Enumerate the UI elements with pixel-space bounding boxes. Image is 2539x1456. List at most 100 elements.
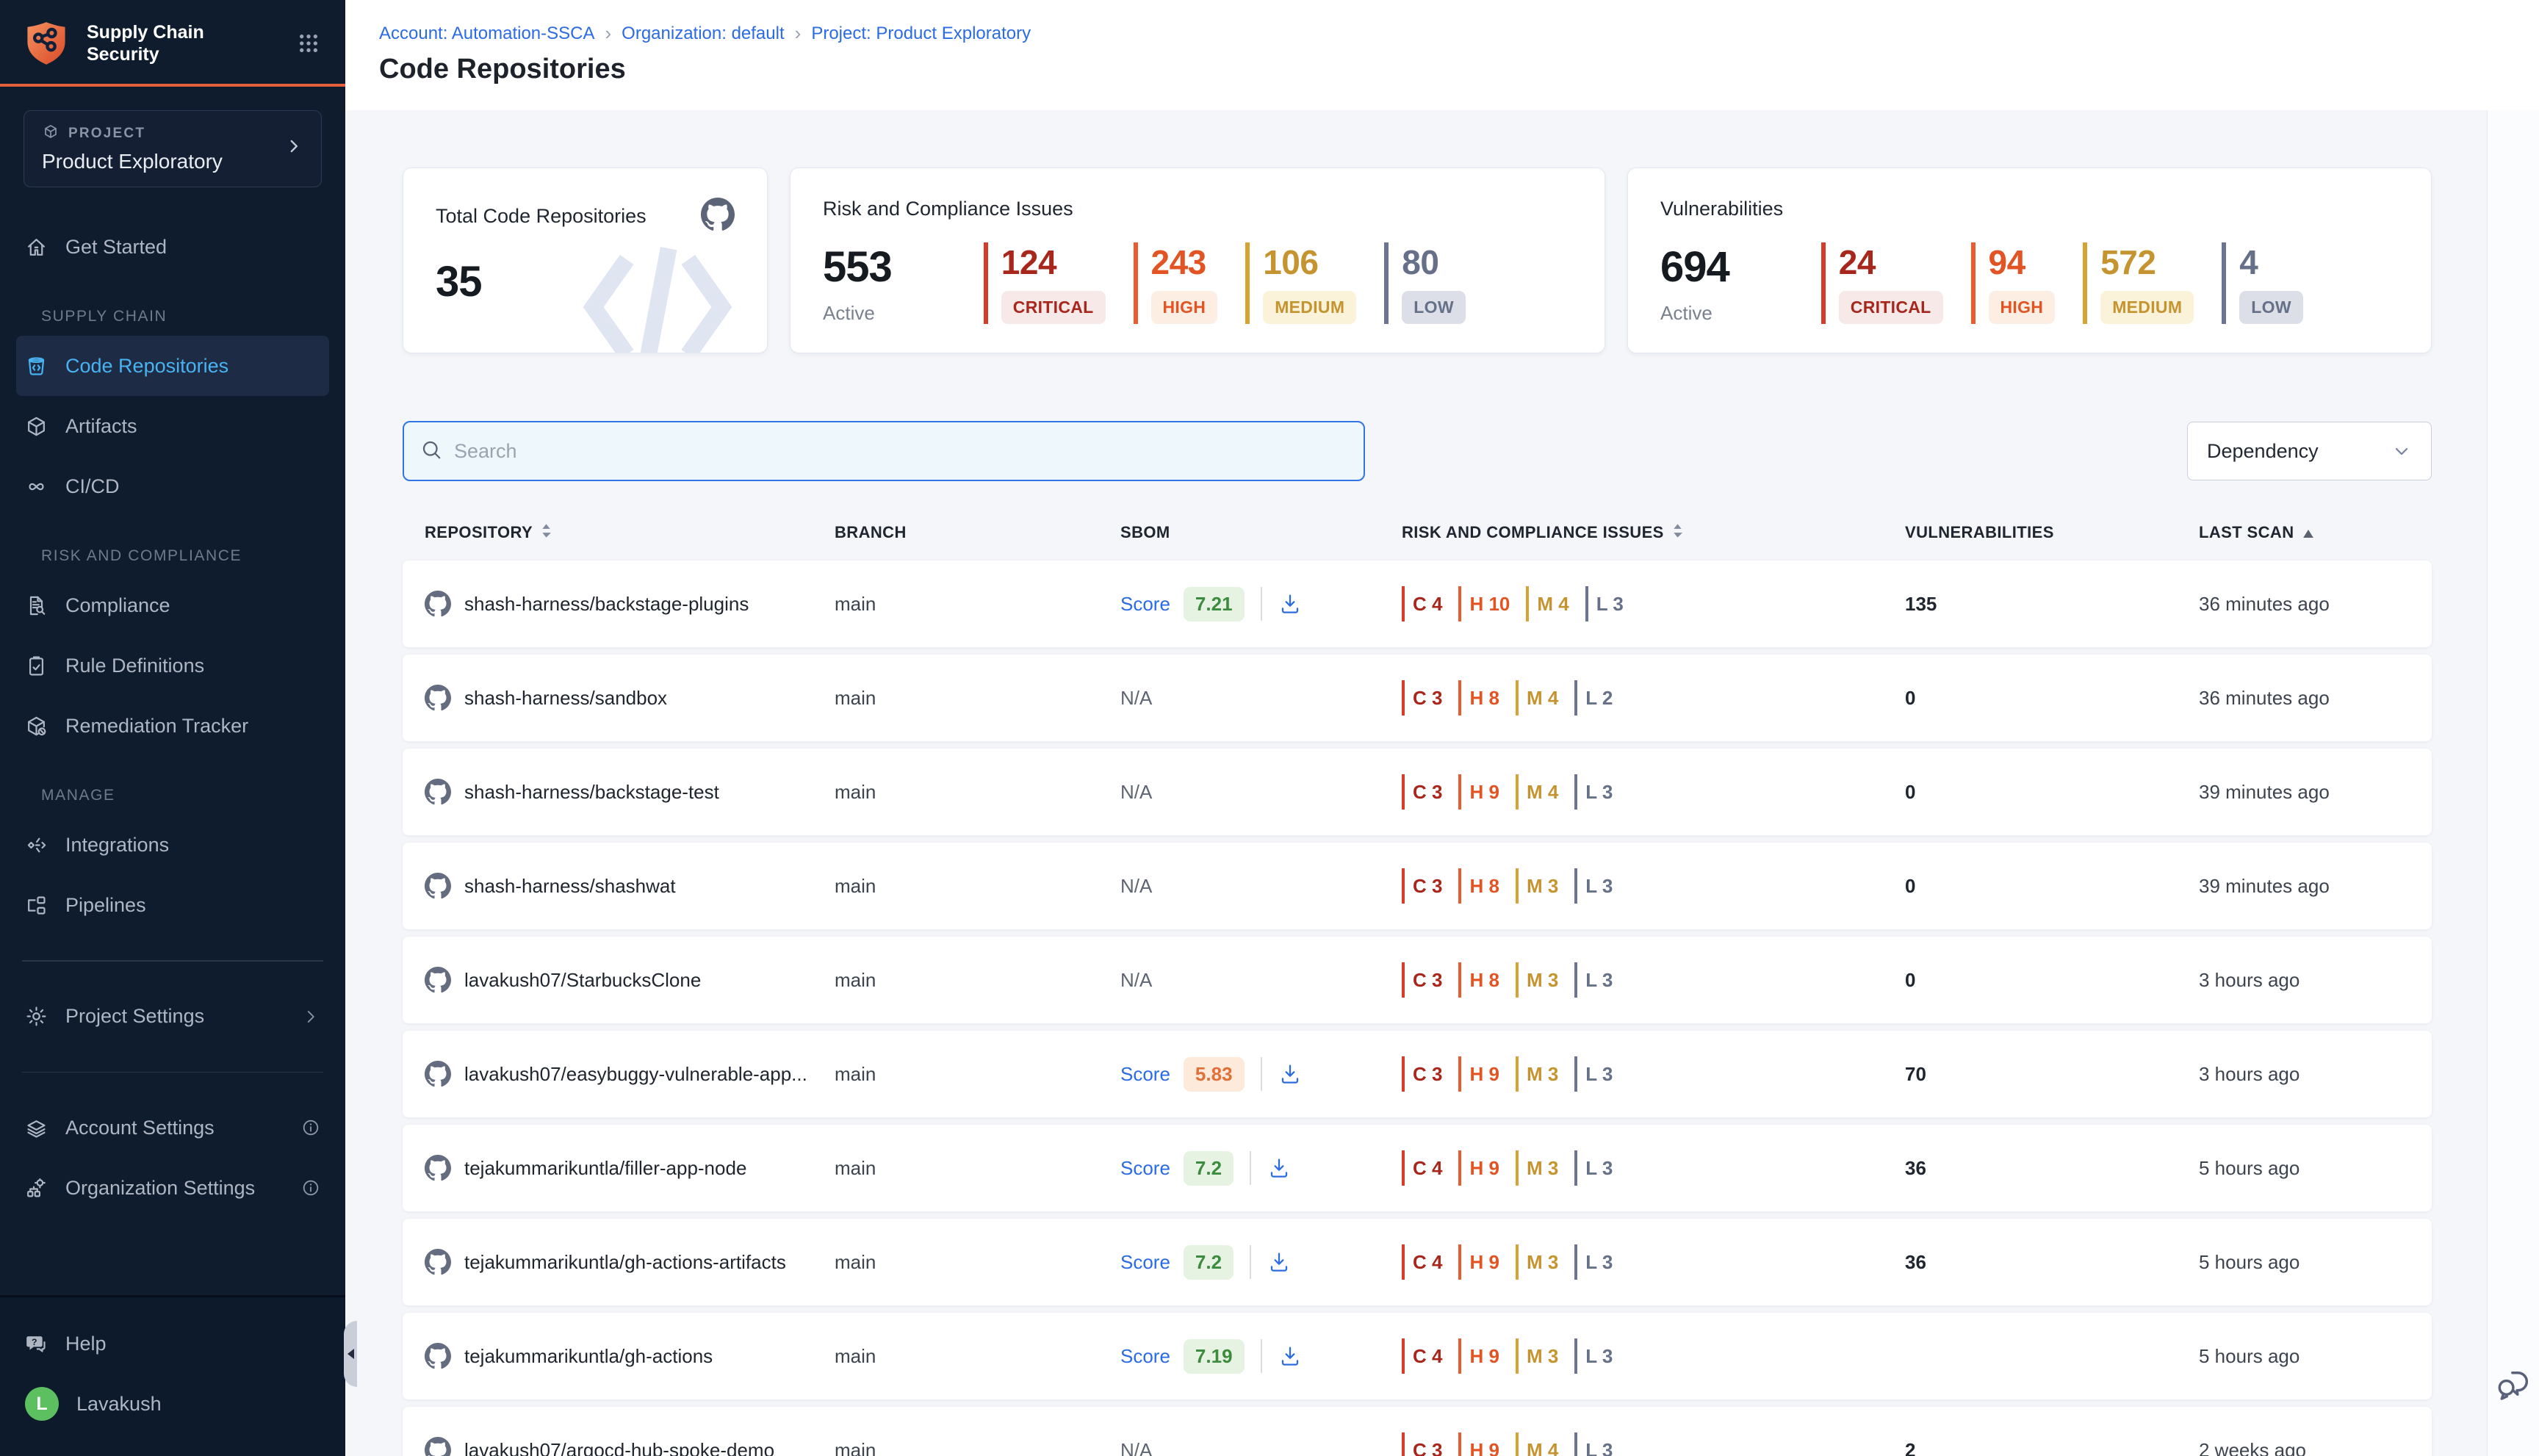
sort-icon <box>541 523 551 543</box>
breadcrumb-link[interactable]: Project: Product Exploratory <box>811 24 1031 44</box>
download-icon[interactable] <box>1267 1250 1291 1274</box>
sidebar-item-account-settings[interactable]: Account Settings <box>16 1098 329 1158</box>
table-row[interactable]: lavakush07/StarbucksClone main N/A C 3H … <box>403 937 2432 1023</box>
repo-name[interactable]: lavakush07/StarbucksClone <box>464 969 701 992</box>
column-header-repository[interactable]: REPOSITORY <box>403 523 835 543</box>
issues-cell: C 3H 9M 3L 3 <box>1402 1056 1905 1092</box>
download-icon[interactable] <box>1278 1344 1302 1368</box>
support-chat-icon[interactable] <box>2495 1366 2533 1408</box>
sidebar-item-project-settings[interactable]: Project Settings <box>16 987 329 1047</box>
repo-name[interactable]: lavakush07/argocd-hub-spoke-demo <box>464 1439 774 1456</box>
nav-section-label: RISK AND COMPLIANCE <box>41 547 345 565</box>
card-vulnerabilities: Vulnerabilities 694 Active 24 CRITICAL 9… <box>1627 167 2432 353</box>
card-title: Total Code Repositories <box>436 205 647 228</box>
table-row[interactable]: lavakush07/argocd-hub-spoke-demo main N/… <box>403 1407 2432 1456</box>
sidebar-item-get-started[interactable]: Get Started <box>16 217 329 277</box>
brand: Supply ChainSecurity <box>0 0 345 84</box>
column-header-risk-and-compliance-issues[interactable]: RISK AND COMPLIANCE ISSUES <box>1402 523 1905 543</box>
severity-badge: MEDIUM <box>2100 291 2194 324</box>
column-header-vulnerabilities[interactable]: VULNERABILITIES <box>1905 523 2199 542</box>
breadcrumb-link[interactable]: Account: Automation-SSCA <box>379 24 594 44</box>
repo-name[interactable]: tejakummarikuntla/gh-actions <box>464 1345 713 1368</box>
sbom-score-link[interactable]: Score <box>1120 1345 1170 1368</box>
severity-high: 94 HIGH <box>1971 242 2056 324</box>
table-row[interactable]: shash-harness/backstage-plugins main Sco… <box>403 561 2432 647</box>
github <box>425 1249 451 1275</box>
remediation-icon <box>25 715 48 738</box>
severity-count: 80 <box>1402 242 1466 282</box>
sidebar-item-remediation-tracker[interactable]: Remediation Tracker <box>16 696 329 756</box>
sidebar-collapse-handle[interactable] <box>344 1321 357 1387</box>
project-selector[interactable]: PROJECT Product Exploratory <box>24 110 322 187</box>
home-icon <box>25 236 48 259</box>
table-row[interactable]: tejakummarikuntla/filler-app-node main S… <box>403 1125 2432 1211</box>
search-input[interactable] <box>454 440 1347 463</box>
vulnerability-count: 0 <box>1905 969 2199 992</box>
table-row[interactable]: tejakummarikuntla/gh-actions main Score … <box>403 1313 2432 1399</box>
sbom-score-link[interactable]: Score <box>1120 1251 1170 1274</box>
issue-chip-medium: M 3 <box>1516 868 1558 904</box>
sidebar-item-code-repositories[interactable]: Code Repositories <box>16 336 329 396</box>
app-title: Supply ChainSecurity <box>87 21 281 66</box>
sidebar-item-label: Pipelines <box>65 894 146 917</box>
download-icon[interactable] <box>1267 1156 1291 1180</box>
table-row[interactable]: shash-harness/shashwat main N/A C 3H 8M … <box>403 843 2432 929</box>
vulnerability-count: 0 <box>1905 687 2199 710</box>
issues-cell: C 4H 9M 3L 3 <box>1402 1244 1905 1280</box>
repo-name[interactable]: shash-harness/backstage-test <box>464 781 719 804</box>
table-row[interactable]: lavakush07/easybuggy-vulnerable-app... m… <box>403 1031 2432 1117</box>
issue-chip-medium: M 3 <box>1516 1150 1558 1186</box>
sidebar-item-user[interactable]: L Lavakush <box>16 1374 329 1434</box>
github <box>425 591 451 617</box>
repo-name[interactable]: shash-harness/backstage-plugins <box>464 593 749 616</box>
sidebar-item-artifacts[interactable]: Artifacts <box>16 396 329 456</box>
sidebar-item-integrations[interactable]: Integrations <box>16 815 329 875</box>
severity-badge: HIGH <box>1989 291 2056 324</box>
column-header-sbom[interactable]: SBOM <box>1120 523 1402 542</box>
download-icon[interactable] <box>1278 592 1302 616</box>
table-row[interactable]: tejakummarikuntla/gh-actions-artifacts m… <box>403 1219 2432 1305</box>
branch: main <box>835 1157 1120 1180</box>
sidebar-item-ci-cd[interactable]: CI/CD <box>16 456 329 516</box>
sidebar-item-help[interactable]: ? Help <box>16 1313 329 1374</box>
repo-name[interactable]: tejakummarikuntla/filler-app-node <box>464 1157 746 1180</box>
gear-icon <box>25 1005 48 1028</box>
severity-count: 124 <box>1001 242 1106 282</box>
sbom-cell: N/A <box>1120 1439 1402 1456</box>
module-grid-icon[interactable] <box>297 32 320 55</box>
org-icon <box>25 1177 48 1200</box>
sbom-na: N/A <box>1120 687 1152 710</box>
sbom-score-link[interactable]: Score <box>1120 593 1170 616</box>
sidebar-item-organization-settings[interactable]: Organization Settings <box>16 1158 329 1218</box>
issue-chip-high: H 8 <box>1458 962 1499 998</box>
issue-chip-high: H 8 <box>1458 680 1499 716</box>
chevron-right-icon <box>284 137 303 159</box>
branch: main <box>835 1345 1120 1368</box>
risk-severity-list: 124 CRITICAL 243 HIGH 106 MEDIUM 80 LOW <box>984 242 1494 324</box>
repo-name[interactable]: shash-harness/shashwat <box>464 875 676 898</box>
sidebar-item-label: Project Settings <box>65 1005 204 1028</box>
table-row[interactable]: shash-harness/sandbox main N/A C 3H 8M 4… <box>403 655 2432 741</box>
repo-name[interactable]: shash-harness/sandbox <box>464 687 667 710</box>
column-header-branch[interactable]: BRANCH <box>835 523 1120 542</box>
table-row[interactable]: shash-harness/backstage-test main N/A C … <box>403 749 2432 835</box>
sbom-score-link[interactable]: Score <box>1120 1063 1170 1086</box>
column-header-last-scan[interactable]: LAST SCAN <box>2199 523 2432 542</box>
download-icon[interactable] <box>1278 1062 1302 1086</box>
sidebar-item-compliance[interactable]: Compliance <box>16 575 329 635</box>
issue-chip-high: H 9 <box>1458 1338 1499 1374</box>
help-chat-icon: ? <box>25 1333 48 1355</box>
issue-chip-critical: C 3 <box>1402 680 1442 716</box>
issues-cell: C 3H 8M 3L 3 <box>1402 962 1905 998</box>
sidebar-item-pipelines[interactable]: Pipelines <box>16 875 329 935</box>
sbom-score-link[interactable]: Score <box>1120 1157 1170 1180</box>
repo-name[interactable]: tejakummarikuntla/gh-actions-artifacts <box>464 1251 786 1274</box>
search-icon <box>420 439 442 464</box>
sidebar-item-rule-definitions[interactable]: Rule Definitions <box>16 635 329 696</box>
repo-name[interactable]: lavakush07/easybuggy-vulnerable-app... <box>464 1063 807 1086</box>
dependency-filter-select[interactable]: Dependency <box>2187 422 2432 480</box>
issue-chip-high: H 9 <box>1458 1056 1499 1092</box>
breadcrumb-link[interactable]: Organization: default <box>622 24 784 44</box>
severity-badge: LOW <box>2239 291 2303 324</box>
branch: main <box>835 593 1120 616</box>
